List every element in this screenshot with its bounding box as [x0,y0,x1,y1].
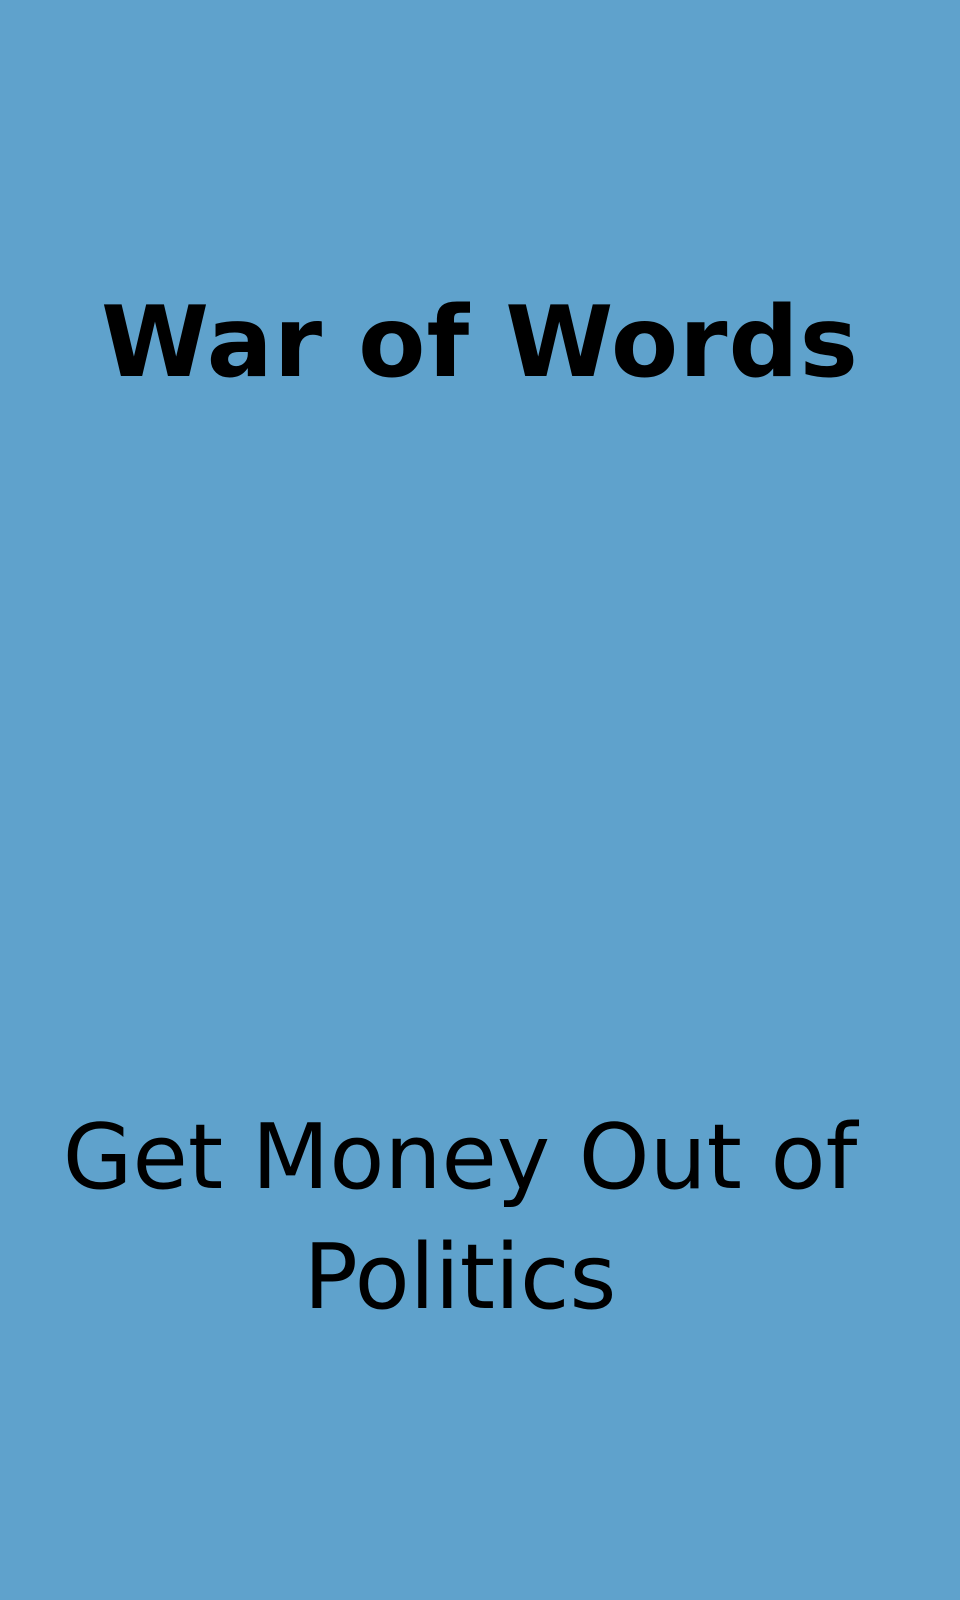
card-title: War of Words [100,286,859,400]
card-text: Get Money Out of Politics [62,1105,858,1330]
word-card: War of Words Get Money Out of Politics [0,0,960,1600]
